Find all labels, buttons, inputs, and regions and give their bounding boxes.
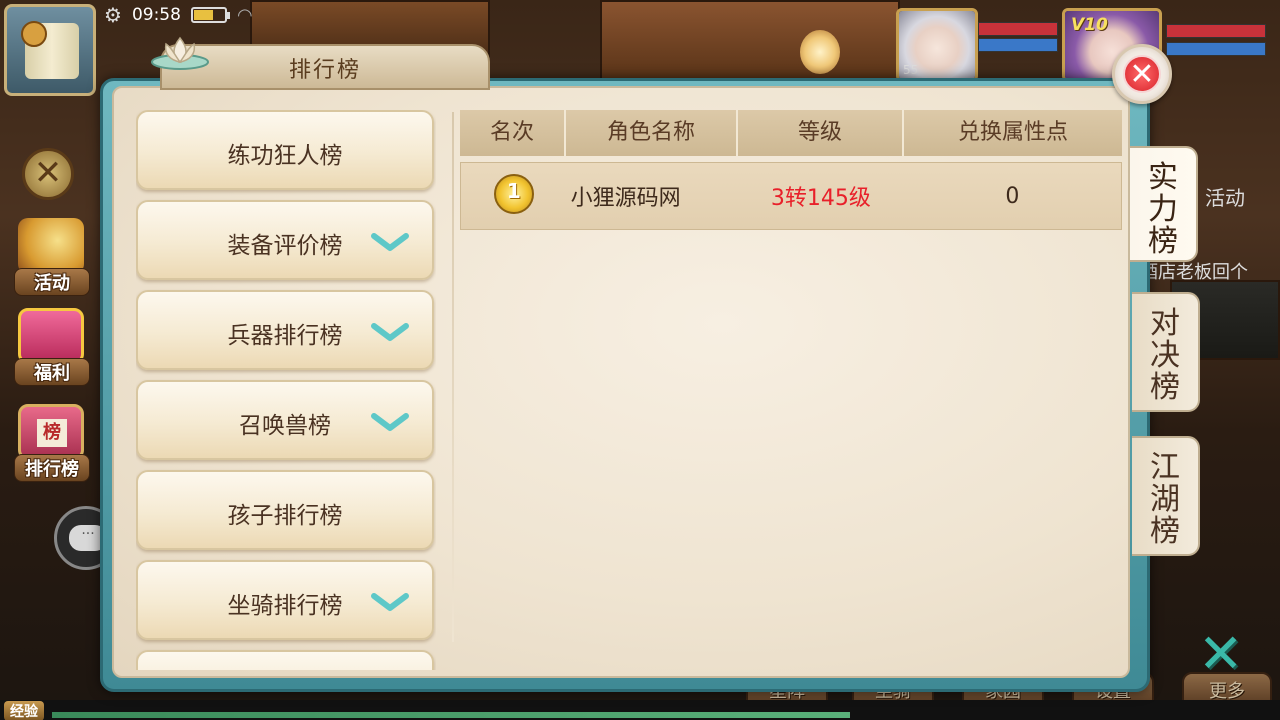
background-event-text: 活动	[1205, 186, 1245, 210]
category-item[interactable]: 孩子排行榜	[136, 470, 434, 550]
exp-label: 经验	[4, 701, 44, 720]
companion-hp-bar	[978, 22, 1058, 36]
category-label: 练功狂人榜	[227, 143, 343, 169]
collapse-menu-button[interactable]: ✕	[22, 148, 74, 200]
battery-icon	[190, 7, 230, 23]
category-item[interactable]: 召唤兽榜	[136, 380, 434, 460]
exp-fill	[52, 712, 850, 718]
player-hp-bar	[1166, 24, 1266, 38]
welfare-label: 福利	[14, 358, 90, 386]
ranking-scroll-icon: 榜	[18, 404, 84, 460]
activity-label: 活动	[14, 268, 90, 296]
category-item[interactable]: 练功狂人榜	[136, 110, 434, 190]
tab-strength-ranking[interactable]: 实 力 榜	[1130, 146, 1198, 262]
experience-bar: 经验	[0, 700, 1280, 720]
column-header-name: 角色名称	[566, 110, 738, 156]
close-button[interactable]: ✕	[1112, 44, 1172, 104]
status-bar: ⚙ 09:58 ◠	[104, 0, 253, 30]
ranking-label: 排行榜	[14, 454, 90, 482]
close-icon: ✕	[1123, 55, 1161, 93]
left-menu: ✕ 活动 福利 榜 排行榜 ···	[0, 0, 118, 720]
compass-icon	[21, 21, 47, 47]
companion-mp-bar	[978, 38, 1058, 52]
column-header-points: 兑换属性点	[904, 110, 1122, 156]
ranking-badge: 榜	[37, 419, 67, 447]
panel-divider	[452, 112, 454, 642]
background-lantern	[800, 30, 840, 74]
chevron-down-icon[interactable]	[370, 230, 410, 254]
lotus-icon	[151, 36, 209, 70]
player-name-cell: 小狸源码网	[570, 186, 681, 211]
category-item[interactable]	[136, 650, 434, 670]
column-header-rank: 名次	[460, 110, 566, 156]
gift-icon	[18, 308, 84, 364]
map-button[interactable]	[4, 4, 96, 96]
status-time: 09:58	[131, 5, 181, 25]
chevron-down-icon[interactable]	[370, 590, 410, 614]
ranking-button[interactable]: 榜 排行榜	[10, 400, 94, 484]
gold-medal-icon: 1	[492, 172, 536, 220]
category-item[interactable]: 兵器排行榜	[136, 290, 434, 370]
more-x-icon: ✕	[1198, 622, 1244, 685]
chevron-down-icon[interactable]	[370, 410, 410, 434]
level-cell: 3转145级	[770, 186, 871, 211]
category-item[interactable]: 坐骑排行榜	[136, 560, 434, 640]
tab-jianghu-ranking[interactable]: 江 湖 榜	[1132, 436, 1200, 556]
horn-icon	[18, 218, 84, 274]
table-row[interactable]: 1 小狸源码网 3转145级 0	[460, 162, 1122, 230]
rank-cell: 1	[461, 163, 567, 229]
gear-icon[interactable]: ⚙	[104, 3, 122, 27]
player-mp-bar	[1166, 42, 1266, 56]
vip-badge: V10	[1071, 15, 1108, 35]
companion-avatar[interactable]: 55	[896, 8, 978, 82]
category-label: 孩子排行榜	[227, 503, 343, 529]
rank-number: 1	[506, 179, 521, 203]
category-item[interactable]: 装备评价榜	[136, 200, 434, 280]
avatar-level: 55	[903, 63, 919, 77]
wifi-icon: ◠	[236, 4, 253, 26]
background-shelf	[600, 0, 900, 80]
table-header: 名次 角色名称 等级 兑换属性点	[460, 110, 1122, 156]
points-cell: 0	[1005, 183, 1020, 209]
chevron-down-icon[interactable]	[370, 320, 410, 344]
category-list[interactable]: 练功狂人榜 装备评价榜 兵器排行榜 召唤兽榜 孩子排行榜 坐骑排行榜	[136, 110, 436, 670]
welfare-button[interactable]: 福利	[10, 304, 94, 388]
tab-duel-ranking[interactable]: 对 决 榜	[1132, 292, 1200, 412]
column-header-level: 等级	[738, 110, 904, 156]
activity-button[interactable]: 活动	[10, 214, 94, 298]
